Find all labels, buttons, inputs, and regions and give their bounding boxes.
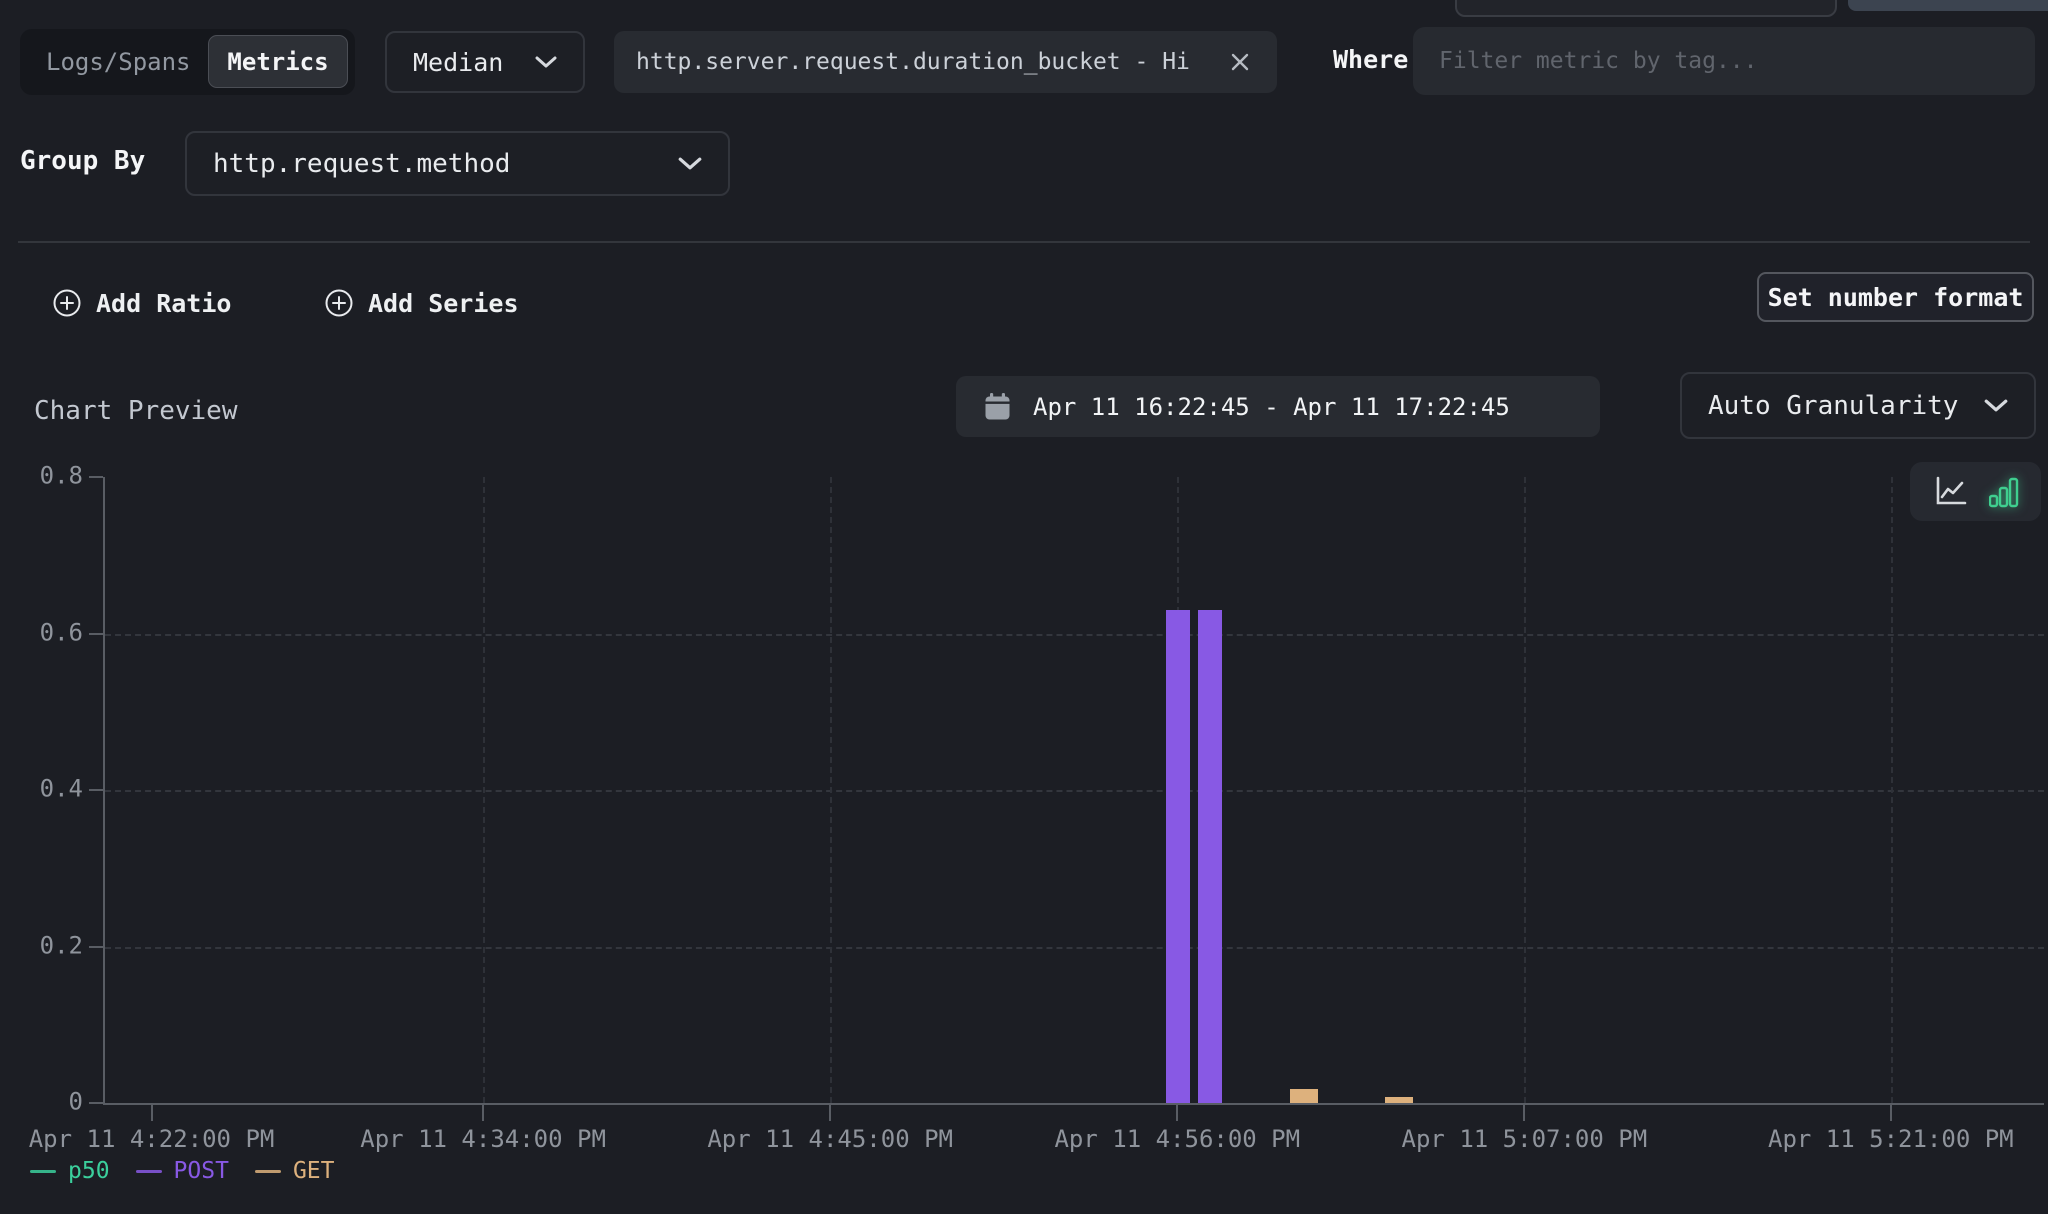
x-axis-tick xyxy=(1523,1103,1525,1121)
top-cutoff-button[interactable] xyxy=(1848,0,2048,11)
legend-label: GET xyxy=(293,1158,335,1184)
x-axis-tick xyxy=(482,1103,484,1121)
filter-tags-input[interactable] xyxy=(1413,27,2035,95)
x-axis-label: Apr 11 4:56:00 PM xyxy=(1054,1125,1300,1153)
x-grid-line xyxy=(1891,477,1893,1103)
legend-swatch xyxy=(136,1170,162,1173)
x-axis-tick xyxy=(1176,1103,1178,1121)
group-by-label: Group By xyxy=(20,146,145,176)
x-axis-label: Apr 11 4:34:00 PM xyxy=(360,1125,606,1153)
x-grid-line xyxy=(830,477,832,1103)
source-toggle: Logs/Spans Metrics xyxy=(20,29,355,95)
x-axis-label: Apr 11 4:22:00 PM xyxy=(29,1125,275,1153)
legend-label: POST xyxy=(174,1158,229,1184)
add-series-button[interactable]: Add Series xyxy=(324,288,519,318)
where-label: Where xyxy=(1333,45,1408,74)
bar-POST[interactable] xyxy=(1166,610,1190,1103)
section-divider xyxy=(18,241,2030,243)
y-grid-line xyxy=(105,634,2044,636)
y-axis-tick xyxy=(89,1102,103,1104)
y-grid-line xyxy=(105,790,2044,792)
chevron-down-icon xyxy=(1984,399,2008,412)
y-axis-label: 0.4 xyxy=(40,775,83,803)
y-axis-label: 0.2 xyxy=(40,931,83,959)
x-grid-line xyxy=(1524,477,1526,1103)
aggregation-select[interactable]: Median xyxy=(385,31,585,93)
granularity-value: Auto Granularity xyxy=(1708,391,1958,421)
legend-swatch xyxy=(255,1170,281,1173)
x-axis-label: Apr 11 5:07:00 PM xyxy=(1402,1125,1648,1153)
chevron-down-icon xyxy=(535,56,557,68)
y-axis-tick xyxy=(89,633,103,635)
granularity-select[interactable]: Auto Granularity xyxy=(1680,372,2036,439)
time-range-picker[interactable]: Apr 11 16:22:45 - Apr 11 17:22:45 xyxy=(956,376,1600,437)
y-axis-label: 0.6 xyxy=(40,618,83,646)
bar-POST[interactable] xyxy=(1198,610,1222,1103)
y-axis-tick xyxy=(89,789,103,791)
legend-item-p50[interactable]: p50 xyxy=(30,1158,110,1184)
add-ratio-button[interactable]: Add Ratio xyxy=(52,288,231,318)
metrics-tab[interactable]: Metrics xyxy=(208,35,348,88)
group-by-value: http.request.method xyxy=(213,149,510,179)
legend-item-GET[interactable]: GET xyxy=(255,1158,335,1184)
bar-GET[interactable] xyxy=(1290,1089,1318,1103)
time-range-label: Apr 11 16:22:45 - Apr 11 17:22:45 xyxy=(1033,393,1510,421)
x-axis-label: Apr 11 4:45:00 PM xyxy=(707,1125,953,1153)
chevron-down-icon xyxy=(678,157,702,170)
metric-chip[interactable]: http.server.request.duration_bucket - Hi xyxy=(614,31,1277,93)
plus-circle-icon xyxy=(52,288,82,318)
y-axis-label: 0 xyxy=(69,1088,83,1116)
x-axis-tick xyxy=(1890,1103,1892,1121)
top-cutoff-input[interactable] xyxy=(1455,0,1837,17)
y-axis-tick xyxy=(89,946,103,948)
set-number-format-button[interactable]: Set number format xyxy=(1757,272,2034,322)
plus-circle-icon xyxy=(324,288,354,318)
y-axis-tick xyxy=(89,476,103,478)
chart-preview-title: Chart Preview xyxy=(34,396,238,426)
aggregation-value: Median xyxy=(413,48,503,77)
metric-chip-label: http.server.request.duration_bucket - Hi xyxy=(636,49,1225,75)
x-axis-tick xyxy=(151,1103,153,1121)
add-ratio-label: Add Ratio xyxy=(96,289,231,318)
y-grid-line xyxy=(105,947,2044,949)
close-icon[interactable] xyxy=(1225,47,1255,77)
group-by-select[interactable]: http.request.method xyxy=(185,131,730,196)
y-axis-label: 0.8 xyxy=(40,462,83,490)
chart-legend: p50 POST GET xyxy=(30,1158,334,1184)
add-series-label: Add Series xyxy=(368,289,519,318)
calendar-icon xyxy=(984,392,1011,421)
legend-item-POST[interactable]: POST xyxy=(136,1158,229,1184)
legend-swatch xyxy=(30,1170,56,1173)
chart-plot[interactable]: 0.80.60.40.20Apr 11 4:22:00 PMApr 11 4:3… xyxy=(103,477,2044,1105)
legend-label: p50 xyxy=(68,1158,110,1184)
bar-GET[interactable] xyxy=(1385,1097,1413,1103)
x-axis-label: Apr 11 5:21:00 PM xyxy=(1768,1125,2014,1153)
logs-spans-tab[interactable]: Logs/Spans xyxy=(20,29,217,95)
x-grid-line xyxy=(483,477,485,1103)
x-axis-tick xyxy=(829,1103,831,1121)
